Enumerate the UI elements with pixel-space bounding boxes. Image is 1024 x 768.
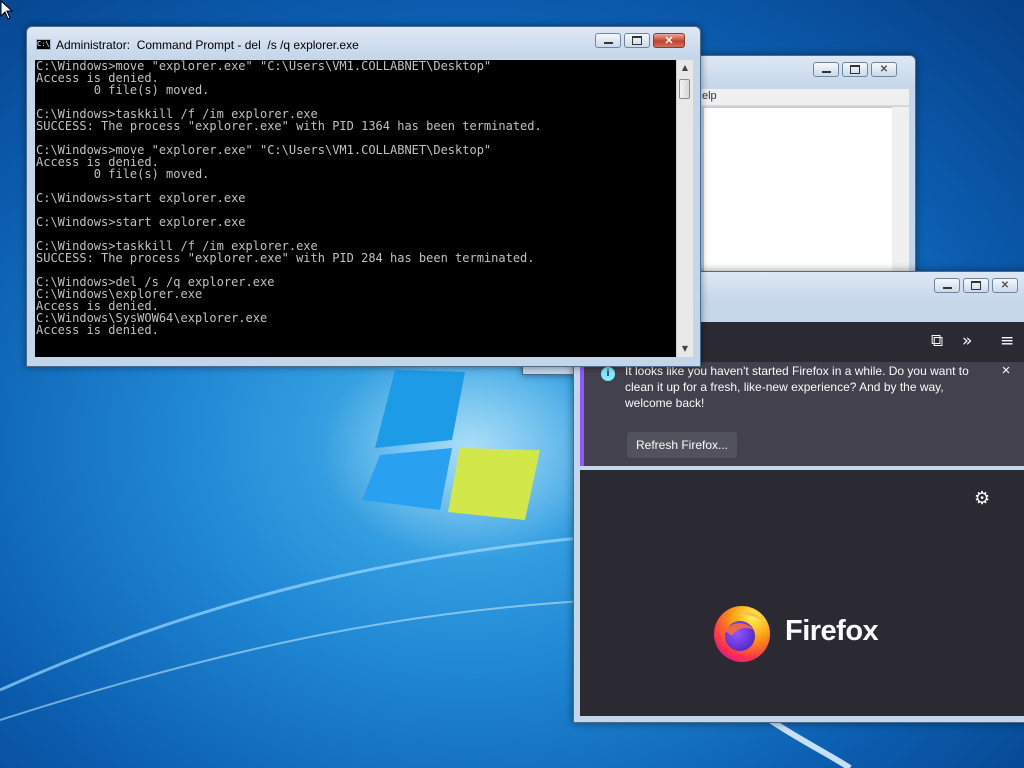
maximize-button[interactable] [842, 62, 868, 77]
minimize-button[interactable] [813, 62, 839, 77]
console-line: 0 file(s) moved. [36, 167, 210, 181]
window-controls: ✕ [595, 33, 685, 48]
minimize-icon [821, 71, 831, 73]
console-line: C:\Windows>start explorer.exe [36, 215, 246, 229]
scroll-up-arrow-icon[interactable]: ▲ [677, 60, 693, 76]
maximize-icon [632, 36, 642, 45]
firefox-logo-icon [714, 606, 770, 662]
minimize-icon [603, 42, 613, 44]
gear-icon[interactable]: ⚙ [974, 488, 990, 509]
window-controls: ✕ [934, 278, 1018, 293]
close-button[interactable]: ✕ [871, 62, 897, 77]
close-notification-button[interactable]: × [997, 362, 1015, 380]
refresh-firefox-button[interactable]: Refresh Firefox... [627, 432, 737, 458]
minimize-button[interactable] [934, 278, 960, 293]
title-bar[interactable]: C:\ Administrator: Command Prompt - del … [27, 27, 700, 57]
close-button[interactable]: ✕ [653, 33, 685, 48]
console-scrollbar[interactable]: ▲ ▼ [676, 60, 693, 357]
scrollbar-thumb[interactable] [679, 79, 690, 99]
window-controls: ✕ [813, 62, 897, 77]
mouse-cursor [0, 0, 14, 20]
extensions-icon[interactable]: ⧉ [931, 331, 943, 351]
console-line: SUCCESS: The process "explorer.exe" with… [36, 119, 542, 133]
close-button[interactable]: ✕ [992, 278, 1018, 293]
maximize-button[interactable] [963, 278, 989, 293]
maximize-icon [850, 65, 860, 74]
maximize-icon [971, 281, 981, 290]
close-icon: ✕ [879, 64, 889, 75]
window-title: Administrator: Command Prompt - del /s /… [56, 38, 359, 52]
console-line: Access is denied. [36, 323, 159, 337]
hamburger-menu-icon[interactable]: ≡ [1000, 331, 1014, 351]
help-menu-item[interactable]: elp [702, 90, 717, 102]
command-prompt-icon: C:\ [36, 39, 51, 50]
firefox-wordmark: Firefox [785, 615, 879, 647]
scroll-down-arrow-icon[interactable]: ▼ [677, 341, 693, 357]
close-icon: ✕ [1000, 280, 1010, 291]
command-prompt-window[interactable]: C:\ Administrator: Command Prompt - del … [26, 26, 701, 367]
close-icon: ✕ [664, 35, 674, 47]
info-icon: i [601, 367, 615, 381]
console-line: SUCCESS: The process "explorer.exe" with… [36, 251, 535, 265]
console-line: 0 file(s) moved. [36, 83, 210, 97]
maximize-button[interactable] [624, 33, 650, 48]
notification-message: It looks like you haven't started Firefo… [625, 364, 969, 410]
refresh-notification-bar: i It looks like you haven't started Fire… [580, 362, 1024, 466]
console-line: C:\Windows>start explorer.exe [36, 191, 246, 205]
minimize-icon [942, 287, 952, 289]
console-output[interactable]: C:\Windows>move "explorer.exe" "C:\Users… [35, 60, 676, 357]
new-tab-page: ⚙ Firefox [580, 470, 1024, 716]
minimize-button[interactable] [595, 33, 621, 48]
overflow-chevrons-icon[interactable]: » [962, 331, 972, 351]
